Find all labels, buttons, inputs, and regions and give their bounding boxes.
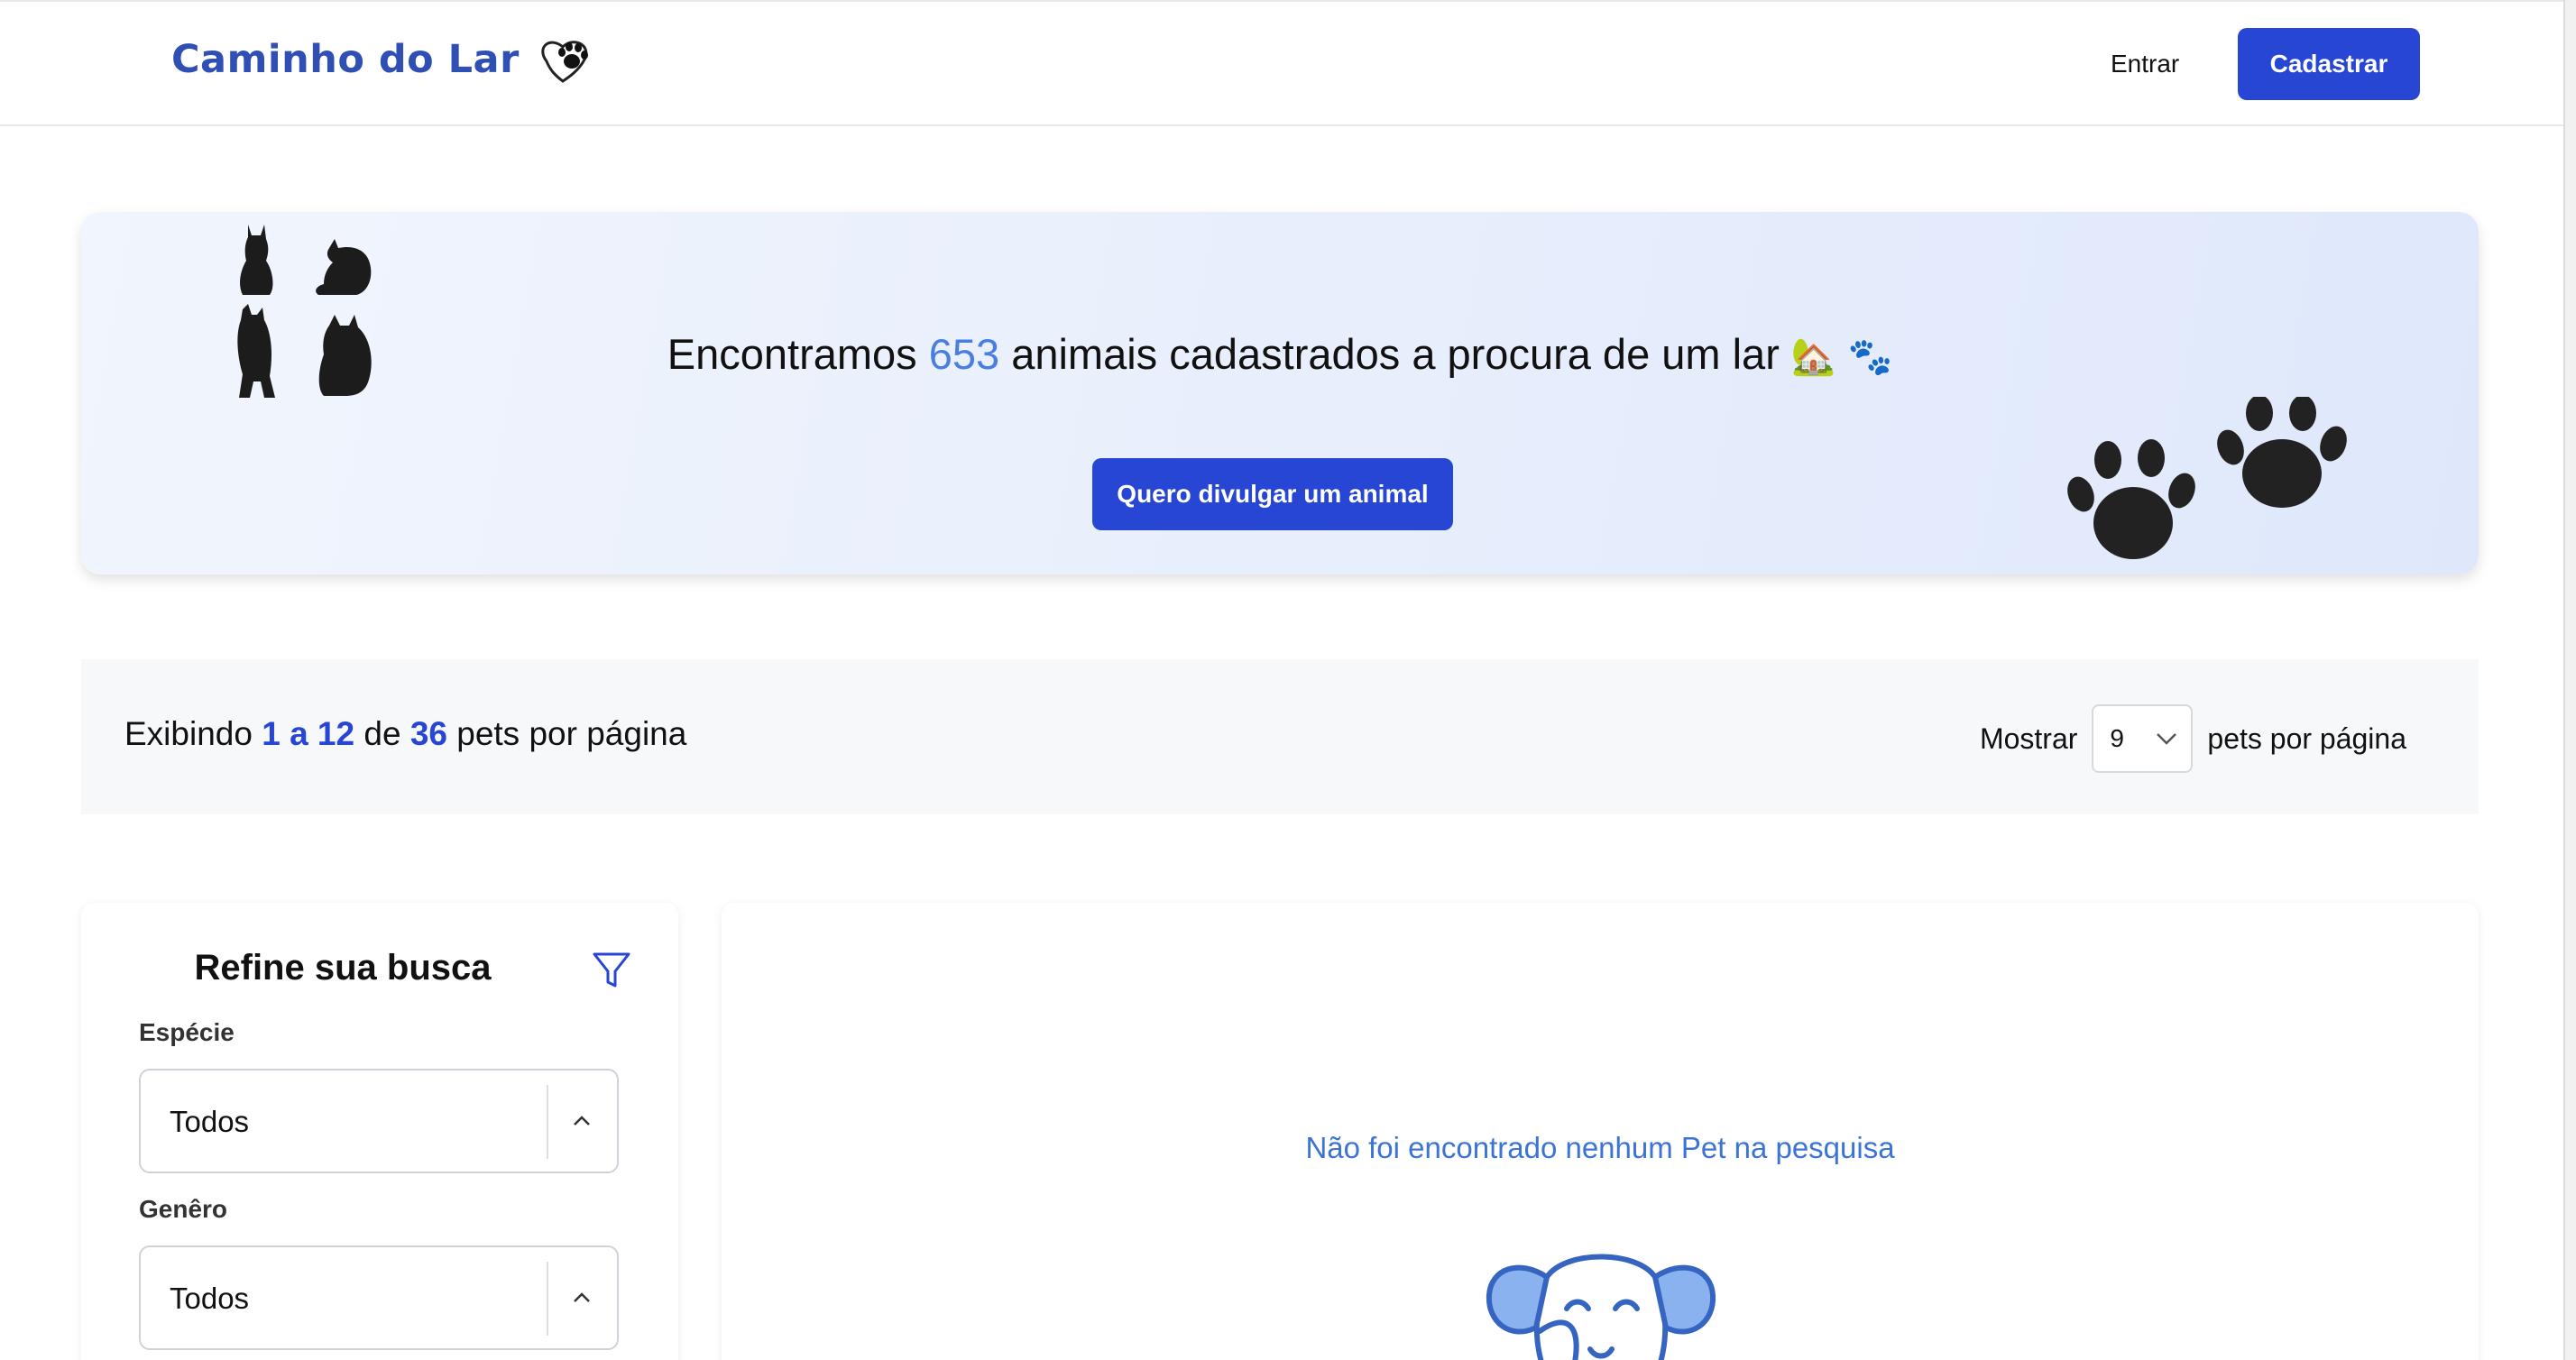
per-page-control: Mostrar 9 pets por página xyxy=(1980,704,2406,773)
publish-animal-button[interactable]: Quero divulgar um animal xyxy=(1092,458,1453,530)
headline-prefix: Encontramos xyxy=(667,330,917,378)
results-total: 36 xyxy=(409,715,447,752)
results-suffix: pets por página xyxy=(456,715,687,752)
hero-banner: Encontramos 653 animais cadastrados a pr… xyxy=(81,212,2479,574)
species-value: Todos xyxy=(170,1105,250,1138)
results-summary: Exibindo 1 a 12 de 36 pets por página xyxy=(124,715,686,753)
select-divider xyxy=(547,1085,548,1159)
cat-silhouettes-icon xyxy=(237,225,372,398)
filter-panel: Refine sua busca Espécie Todos Genêro To… xyxy=(81,903,678,1360)
results-range: 1 a 12 xyxy=(262,715,355,752)
filter-title: Refine sua busca xyxy=(194,948,492,988)
chevron-up-icon xyxy=(574,1116,590,1126)
per-page-suffix: pets por página xyxy=(2207,721,2406,755)
species-label: Espécie xyxy=(139,1018,235,1046)
show-label: Mostrar xyxy=(1979,721,2078,755)
gender-label: Genêro xyxy=(139,1195,228,1223)
results-middle: de xyxy=(363,715,401,752)
top-navbar: Caminho do Lar Entrar Cadastrar xyxy=(0,0,2563,126)
headline-suffix: animais cadastrados a procura de um lar xyxy=(1011,330,1780,378)
dog-face-icon xyxy=(1486,1254,1716,1360)
per-page-value: 9 xyxy=(2110,724,2124,752)
pet-results-area: Não foi encontrado nenhum Pet na pesquis… xyxy=(722,903,2479,1360)
signup-button[interactable]: Cadastrar xyxy=(2238,28,2420,100)
per-page-select[interactable]: 9 xyxy=(2092,704,2194,773)
paw-prints-icon xyxy=(2067,397,2347,559)
hero-headline: Encontramos 653 animais cadastrados a pr… xyxy=(81,329,2479,379)
empty-results-message: Não foi encontrado nenhum Pet na pesquis… xyxy=(1305,1131,1895,1164)
funnel-icon[interactable] xyxy=(591,950,632,991)
gender-value: Todos xyxy=(170,1282,250,1315)
brand-name: Caminho do Lar xyxy=(171,37,520,82)
house-paw-emoji: 🏡 🐾 xyxy=(1790,336,1893,378)
heart-paw-icon xyxy=(541,41,588,83)
brand-link[interactable]: Caminho do Lar xyxy=(171,34,595,85)
results-prefix: Exibindo xyxy=(124,715,253,752)
pet-count: 653 xyxy=(928,330,1000,378)
login-button[interactable]: Entrar xyxy=(2102,43,2188,85)
chevron-down-icon xyxy=(2157,733,2177,745)
page-scrollbar[interactable] xyxy=(2563,0,2576,1360)
chevron-up-icon xyxy=(574,1292,590,1302)
results-summary-bar: Exibindo 1 a 12 de 36 pets por página Mo… xyxy=(81,659,2479,814)
select-divider xyxy=(547,1262,548,1336)
gender-select[interactable]: Todos xyxy=(139,1245,619,1350)
species-select[interactable]: Todos xyxy=(139,1069,619,1173)
